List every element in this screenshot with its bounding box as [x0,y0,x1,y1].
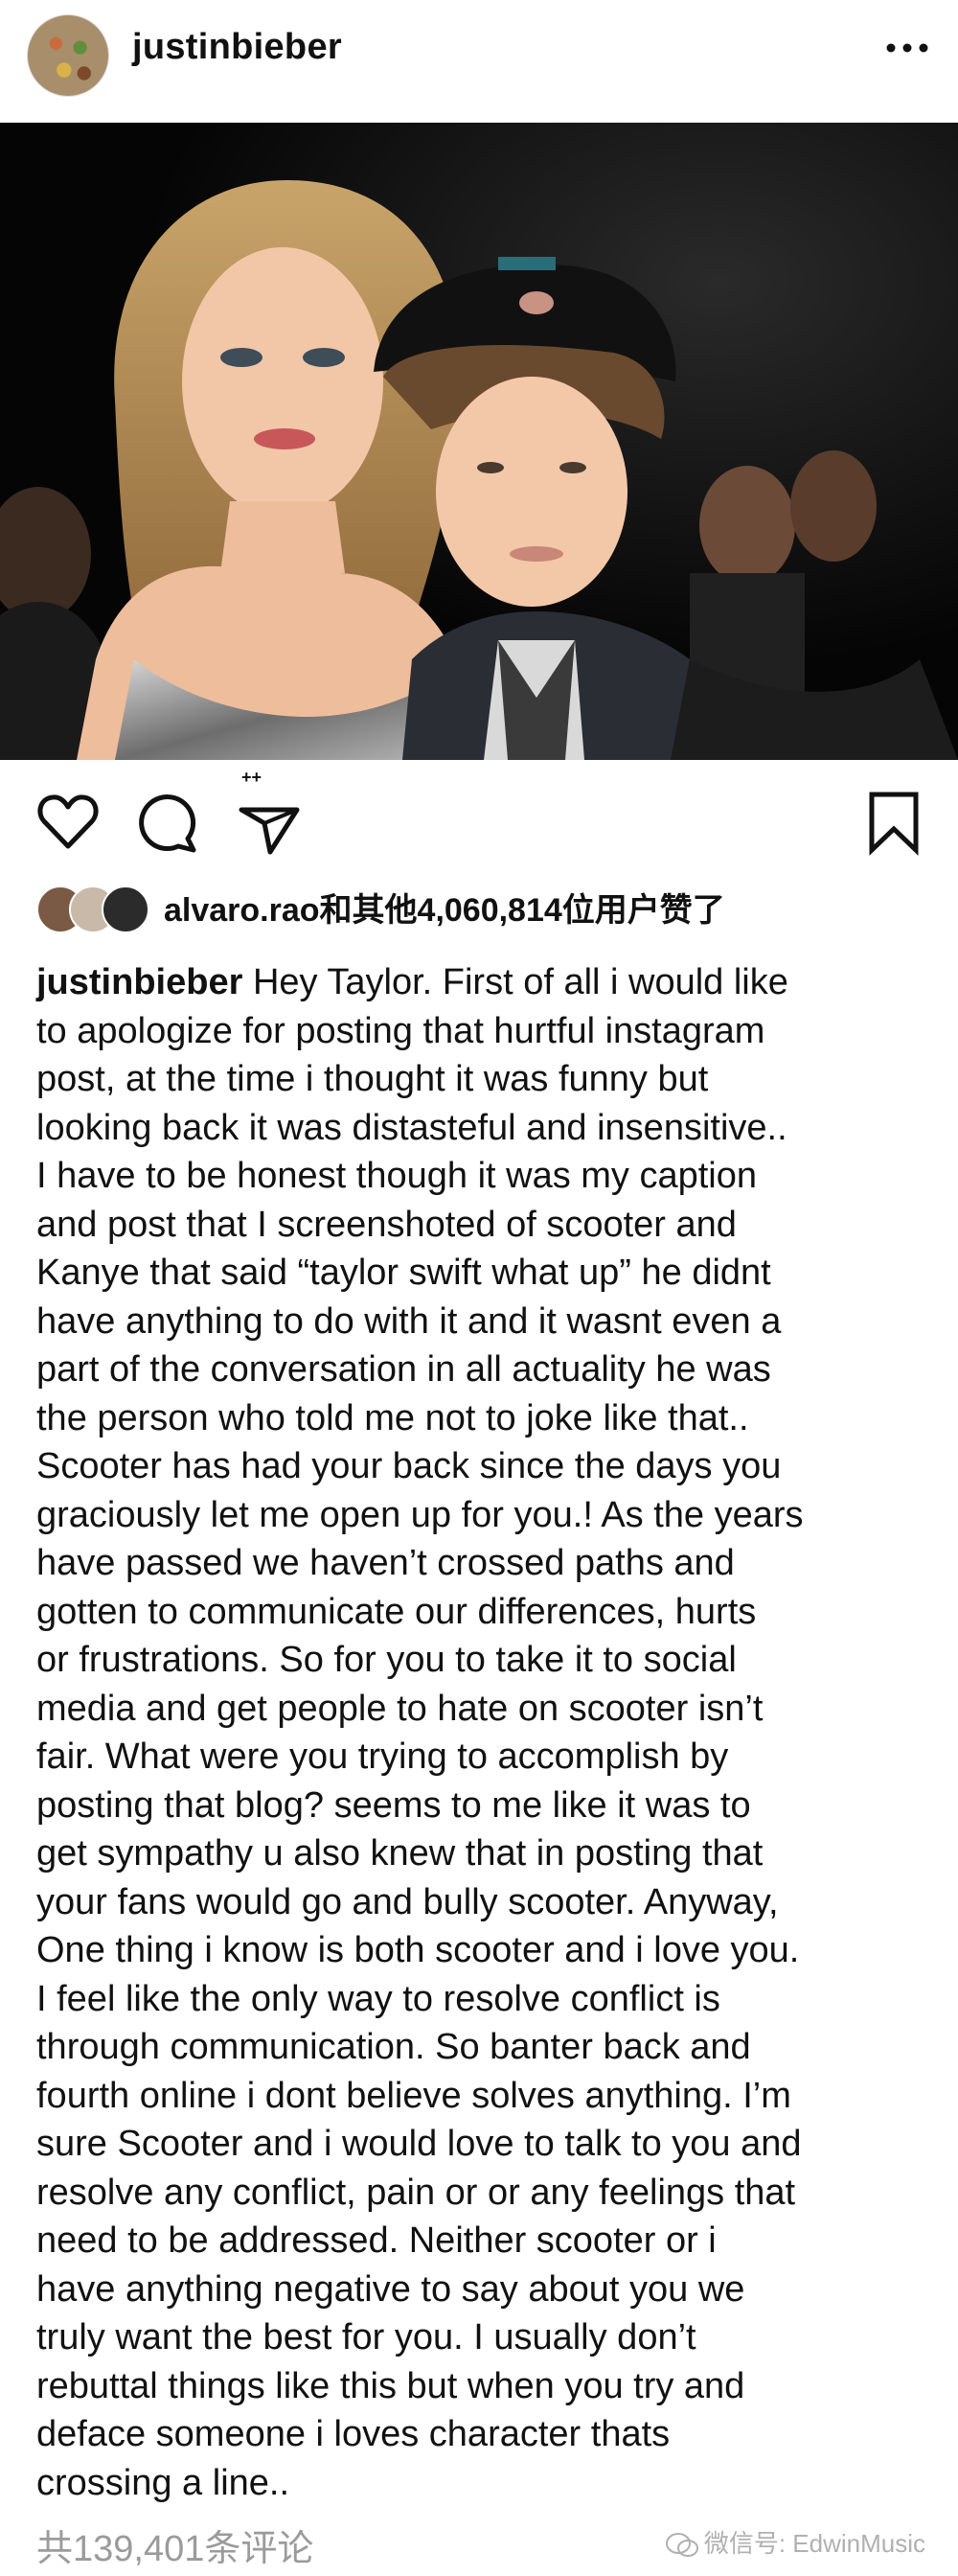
likes-row[interactable]: alvaro.rao和其他4,060,814位用户赞了 [36,880,947,937]
post-photo[interactable] [0,123,958,760]
caption-line: have passed we haven’t crossed paths and [36,1543,735,1583]
caption-line: have anything to do with it and it wasnt… [36,1300,782,1342]
comment-icon[interactable] [134,789,201,856]
caption-line: I feel like the only way to resolve conf… [36,1978,720,2019]
action-bar: ++ [0,760,958,885]
wechat-icon [665,2533,698,2558]
caption-line: Kanye that said “taylor swift what up” h… [36,1253,771,1293]
caption-username[interactable]: justinbieber [36,962,242,1002]
caption-line: looking back it was distasteful and inse… [36,1107,787,1148]
share-icon[interactable] [236,789,303,856]
bookmark-icon[interactable] [860,789,927,856]
likes-count-text: alvaro.rao和其他4,060,814位用户赞了 [164,892,725,929]
caption-line: to apologize for posting that hurtful in… [36,1010,765,1051]
caption-line: Scooter has had your back since the days… [36,1446,782,1486]
caption-line: deface someone i loves character thats [36,2414,671,2454]
caption-text: Hey Taylor. First of all i would like [252,962,788,1002]
watermark-text: 微信号: EdwinMusic [703,2529,925,2558]
caption-line: your fans would go and bully scooter. An… [36,1881,779,1922]
caption-line: and post that I screenshoted of scooter … [36,1204,737,1245]
caption-line: graciously let me open up for you.! As t… [36,1494,804,1535]
caption-line: resolve any conflict, pain or or any fee… [36,2172,796,2213]
heart-icon[interactable] [34,789,102,856]
liker-avatars [36,886,153,933]
caption-line: part of the conversation in all actualit… [36,1349,771,1390]
caption-line: need to be addressed. Neither scooter or… [36,2220,717,2261]
post-username[interactable]: justinbieber [132,27,342,68]
wechat-watermark: 微信号: EdwinMusic [665,2524,925,2560]
caption-line: One thing i know is both scooter and i l… [36,1930,800,1970]
post-caption: justinbieber Hey Taylor. First of all i … [36,958,937,2507]
caption-line: crossing a line.. [36,2462,290,2503]
caption-line: get sympathy u also knew that in posting… [36,1833,764,1874]
post-header: justinbieber [0,0,958,123]
more-horizontal-icon[interactable] [883,38,931,58]
share-badge: ++ [241,768,262,787]
caption-line: rebuttal things like this but when you t… [36,2365,745,2406]
caption-line: the person who told me not to joke like … [36,1397,749,1438]
caption-line: I have to be honest though it was my cap… [36,1156,758,1196]
caption-line: truly want the best for you. I usually d… [36,2317,696,2358]
liker-avatar [102,886,149,933]
caption-line: have anything negative to say about you … [36,2268,745,2310]
caption-line: through communication. So banter back an… [36,2027,751,2067]
caption-line: fair. What were you trying to accomplish… [36,1736,729,1777]
caption-line: gotten to communicate our differences, h… [36,1591,757,1632]
caption-line: post, at the time i thought it was funny… [36,1059,709,1099]
caption-line: fourth online i dont believe solves anyt… [36,2075,791,2116]
caption-line: sure Scooter and i would love to talk to… [36,2124,802,2164]
caption-line: justinbieber Hey Taylor. First of all i … [36,958,937,1007]
caption-line: or frustrations. So for you to take it t… [36,1640,737,1680]
caption-line: media and get people to hate on scooter … [36,1688,764,1729]
caption-line: posting that blog? seems to me like it w… [36,1784,751,1826]
profile-avatar[interactable] [27,14,109,97]
view-comments-link[interactable]: 共139,401条评论 [36,2518,313,2571]
